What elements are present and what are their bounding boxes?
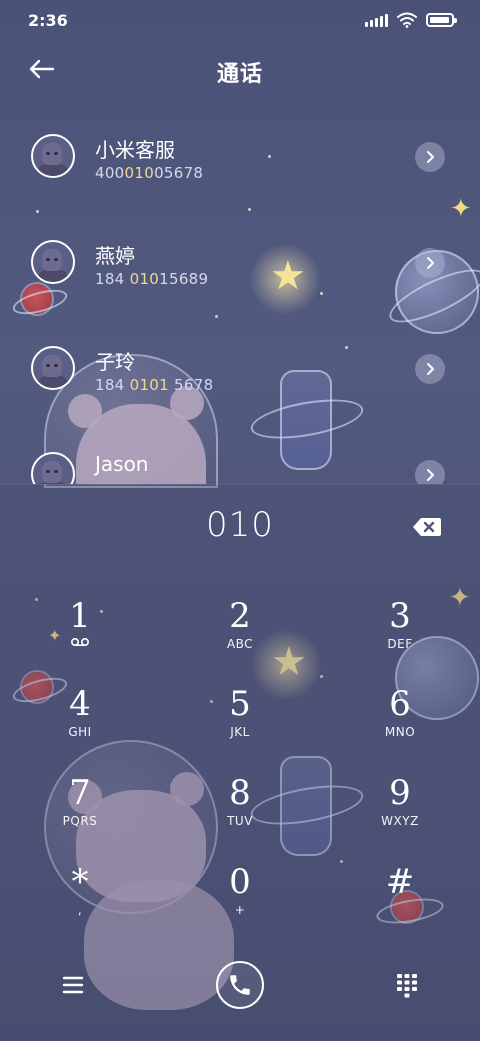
contact-detail-button[interactable] [415, 354, 445, 384]
chevron-right-icon [427, 363, 434, 375]
keypad-toggle-button[interactable] [394, 972, 420, 998]
contact-avatar [31, 346, 75, 390]
phone-icon [230, 975, 250, 995]
dialpad-key-1[interactable]: 1 [20, 596, 140, 676]
dialpad-key-2[interactable]: 2 ABC [180, 596, 300, 676]
dialpad-key-star[interactable]: *, [20, 862, 140, 942]
chevron-right-icon [427, 257, 434, 269]
status-bar: 2:36 [0, 0, 480, 42]
dialpad-key-hash[interactable]: # [340, 862, 460, 942]
number-part: 184 [95, 376, 130, 394]
battery-icon [426, 13, 457, 27]
contact-suggestion-list[interactable]: 小米客服 40001005678 燕婷 184 01015689 子玲 184 0101 … [0, 104, 480, 484]
key-digit: 1 [69, 596, 91, 636]
number-match-highlight: 010 [129, 270, 160, 288]
contact-row[interactable]: 小米客服 40001005678 [0, 104, 480, 208]
backspace-button[interactable] [412, 516, 442, 538]
contact-row[interactable]: 燕婷 184 01015689 [0, 210, 480, 314]
voicemail-icon [70, 637, 90, 647]
number-part: 5678 [168, 376, 214, 394]
dialpad-key-9[interactable]: 9 WXYZ [340, 773, 460, 853]
dialpad-key-8[interactable]: 8 TUV [180, 773, 300, 853]
contact-detail-button[interactable] [415, 248, 445, 278]
dialpad-key-3[interactable]: 3 DEF [340, 596, 460, 676]
key-letters: MNO [384, 725, 416, 739]
contact-number: 184 0101 5678 [95, 376, 213, 394]
status-time: 2:36 [28, 11, 68, 30]
key-digit: 3 [389, 596, 411, 636]
key-digit: 2 [229, 596, 251, 636]
wifi-icon [397, 12, 417, 28]
key-digit: # [385, 862, 415, 902]
key-digit: 0 [229, 862, 251, 902]
key-letters: WXYZ [381, 814, 419, 828]
contact-detail-button[interactable] [415, 142, 445, 172]
dialpad-key-0[interactable]: 0 + [180, 862, 300, 942]
contact-avatar [31, 452, 75, 484]
contact-name: 燕婷 [95, 244, 135, 268]
number-part: 184 [95, 270, 130, 288]
contact-avatar [31, 134, 75, 178]
contact-row[interactable]: 子玲 184 0101 5678 [0, 316, 480, 420]
signal-icon [365, 13, 388, 27]
call-button[interactable] [216, 961, 264, 1009]
dialpad-key-7[interactable]: 7 PQRS [20, 773, 140, 853]
number-part: 400 [95, 164, 125, 182]
contact-number: 184 01015689 [95, 270, 208, 288]
contact-avatar [31, 240, 75, 284]
key-letters: ABC [226, 637, 254, 651]
key-digit: 6 [389, 684, 411, 724]
key-digit: 8 [229, 773, 251, 813]
contact-row[interactable]: Jason [0, 422, 480, 484]
key-letters: + [234, 903, 246, 917]
dialpad-key-5[interactable]: 5 JKL [180, 684, 300, 764]
dialpad-key-6[interactable]: 6 MNO [340, 684, 460, 764]
key-digit: 7 [69, 773, 91, 813]
dialpad-key-4[interactable]: 4 GHI [20, 684, 140, 764]
dialed-number: 010 [206, 505, 274, 545]
status-icons [365, 12, 457, 28]
page-title: 通话 [216, 62, 263, 87]
dialpad-icon [397, 974, 417, 998]
key-digit: * [71, 862, 89, 902]
key-digit: 4 [69, 684, 91, 724]
contact-name: 小米客服 [95, 138, 175, 162]
menu-button[interactable] [60, 973, 88, 997]
contact-name: Jason [95, 452, 149, 476]
chevron-right-icon [427, 469, 434, 481]
key-letters: TUV [227, 814, 253, 828]
key-digit: 5 [229, 684, 251, 724]
contact-number: 40001005678 [95, 164, 203, 182]
menu-icon [62, 976, 84, 994]
key-letters: GHI [68, 725, 92, 739]
number-part: 15689 [159, 270, 209, 288]
key-letters: JKL [230, 725, 250, 739]
header: 通话 [0, 48, 480, 92]
number-match-highlight: 0101 [129, 376, 169, 394]
key-letters: , [77, 903, 83, 917]
number-part: 05678 [154, 164, 204, 182]
key-letters: DEF [387, 637, 413, 651]
contact-name: 子玲 [95, 350, 135, 374]
key-digit: 9 [389, 773, 411, 813]
battery-level [430, 17, 449, 23]
chevron-right-icon [427, 151, 434, 163]
backspace-icon [413, 518, 441, 536]
key-letters: PQRS [62, 814, 98, 828]
contact-detail-button[interactable] [415, 460, 445, 484]
number-match-highlight: 010 [124, 164, 155, 182]
